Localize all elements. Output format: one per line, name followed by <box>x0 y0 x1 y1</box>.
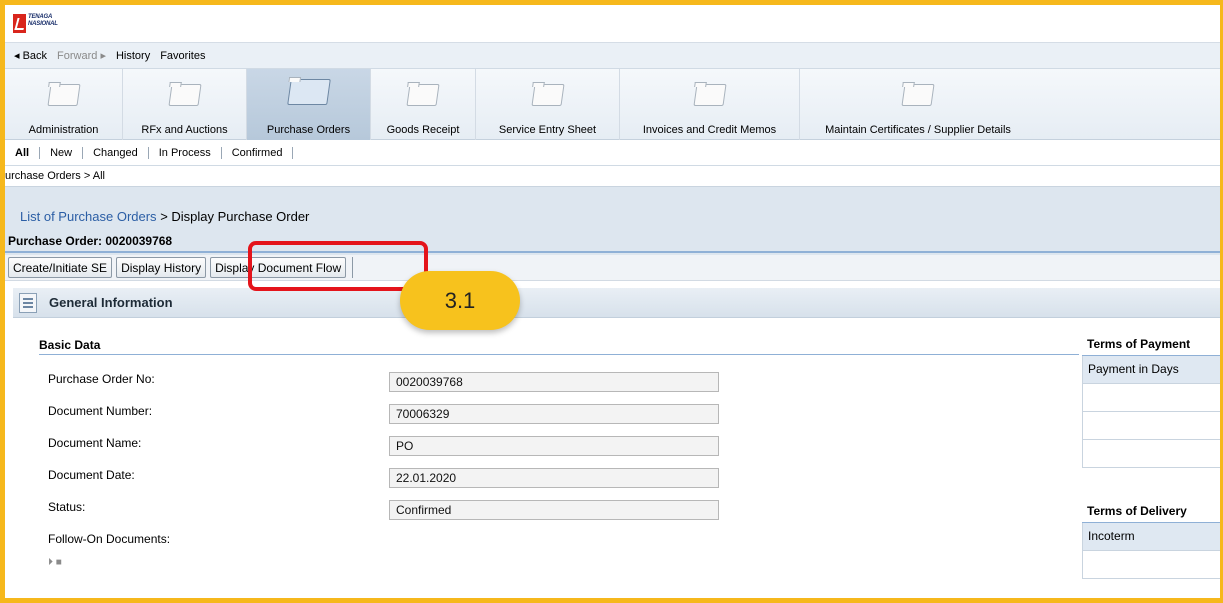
document-name-field: PO <box>389 436 719 456</box>
tab-label: Administration <box>28 124 99 136</box>
breadcrumb[interactable]: urchase Orders > All <box>5 166 1220 187</box>
divider <box>39 354 1079 355</box>
tab-label: Invoices and Credit Memos <box>642 124 777 136</box>
logo-line2: NASIONAL <box>28 21 58 27</box>
folder-icon <box>692 84 727 106</box>
main-tab-bar: Administration RFx and Auctions Purchase… <box>5 69 1220 140</box>
tab-service-entry-sheet[interactable]: Service Entry Sheet <box>476 69 620 140</box>
subtab-confirmed[interactable]: Confirmed <box>232 146 294 159</box>
purchase-order-no-label: Purchase Order No: <box>48 372 155 386</box>
tnb-logo: TENAGA NASIONAL <box>13 14 58 33</box>
terms-of-payment-title: Terms of Payment <box>1087 337 1191 351</box>
document-number-field: 70006329 <box>389 404 719 424</box>
document-name-label: Document Name: <box>48 436 142 450</box>
history-button[interactable]: History <box>116 50 150 62</box>
tab-label: Maintain Certificates / Supplier Details <box>825 124 1011 136</box>
tab-label: Goods Receipt <box>386 124 460 136</box>
document-date-field: 22.01.2020 <box>389 468 719 488</box>
favorites-button[interactable]: Favorites <box>160 50 205 62</box>
document-list-icon <box>19 292 37 313</box>
folder-icon <box>530 84 565 106</box>
back-button[interactable]: ◂ Back <box>14 49 47 62</box>
documents-icon <box>286 79 331 105</box>
logo-bar: TENAGA NASIONAL <box>5 5 1220 43</box>
terms-row <box>1082 440 1220 468</box>
folder-icon <box>167 84 202 106</box>
follow-on-documents-label: Follow-On Documents: <box>48 532 171 546</box>
list-of-purchase-orders-link[interactable]: List of Purchase Orders <box>20 209 157 224</box>
page-header: List of Purchase Orders > Display Purcha… <box>5 187 1220 255</box>
logo-line1: TENAGA <box>28 14 53 20</box>
folder-icon <box>46 84 81 106</box>
general-information-header[interactable]: General Information <box>13 288 1220 318</box>
page-path: List of Purchase Orders > Display Purcha… <box>20 209 309 224</box>
page-path-current: > Display Purchase Order <box>160 209 310 224</box>
document-date-label: Document Date: <box>48 468 135 482</box>
terms-row <box>1082 384 1220 412</box>
terms-of-payment-panel: Terms of Payment Payment in Days <box>1082 337 1220 468</box>
general-information-title: General Information <box>49 295 173 310</box>
basic-data-heading: Basic Data <box>39 338 101 352</box>
tab-maintain-certificates[interactable]: Maintain Certificates / Supplier Details <box>800 69 1036 140</box>
purchase-order-no-field: 0020039768 <box>389 372 719 392</box>
tab-rfx-and-auctions[interactable]: RFx and Auctions <box>123 69 247 140</box>
tab-administration[interactable]: Administration <box>5 69 123 140</box>
play-icon[interactable]: ⏵ ■ <box>48 557 62 568</box>
display-history-button[interactable]: Display History <box>116 257 207 278</box>
document-number-label: Document Number: <box>48 404 153 418</box>
terms-of-delivery-title: Terms of Delivery <box>1087 504 1187 518</box>
general-information-content: Basic Data Purchase Order No: 0020039768… <box>13 318 1220 598</box>
create-initiate-se-button[interactable]: Create/Initiate SE <box>8 257 113 278</box>
follow-on-controls: ⏵ ■ <box>48 557 62 568</box>
tab-label: Purchase Orders <box>266 124 351 136</box>
folder-icon <box>901 84 935 106</box>
logo-text: TENAGA NASIONAL <box>28 14 58 28</box>
annotation-highlight-box <box>248 241 428 291</box>
folder-icon <box>406 84 440 106</box>
forward-button[interactable]: Forward ▸ <box>57 49 106 62</box>
incoterm-header: Incoterm <box>1082 523 1220 551</box>
subtab-new[interactable]: New <box>50 146 84 159</box>
sub-tab-bar: All New Changed In Process Confirmed <box>5 140 1220 166</box>
terms-row <box>1082 551 1220 579</box>
subtab-changed[interactable]: Changed <box>93 146 149 159</box>
tab-invoices-and-credit-memos[interactable]: Invoices and Credit Memos <box>620 69 800 140</box>
subtab-all[interactable]: All <box>15 146 41 159</box>
action-toolbar: Create/Initiate SE Display History Displ… <box>5 255 1220 281</box>
history-bar: ◂ Back Forward ▸ History Favorites <box>5 43 1220 69</box>
tnb-logo-mark-icon <box>13 14 26 33</box>
terms-of-delivery-panel: Terms of Delivery Incoterm <box>1082 504 1220 579</box>
tab-label: RFx and Auctions <box>141 124 228 136</box>
status-label: Status: <box>48 500 86 514</box>
status-field: Confirmed <box>389 500 719 520</box>
tab-label: Service Entry Sheet <box>498 124 597 136</box>
tab-purchase-orders[interactable]: Purchase Orders <box>247 69 371 140</box>
app-frame: TENAGA NASIONAL ◂ Back Forward ▸ History… <box>0 0 1223 603</box>
subtab-in-process[interactable]: In Process <box>159 146 222 159</box>
payment-in-days-header: Payment in Days <box>1082 356 1220 384</box>
annotation-badge: 3.1 <box>400 271 520 330</box>
page-title: Purchase Order: 0020039768 <box>8 234 173 248</box>
tab-goods-receipt[interactable]: Goods Receipt <box>371 69 476 140</box>
terms-row <box>1082 412 1220 440</box>
divider <box>5 251 1220 253</box>
